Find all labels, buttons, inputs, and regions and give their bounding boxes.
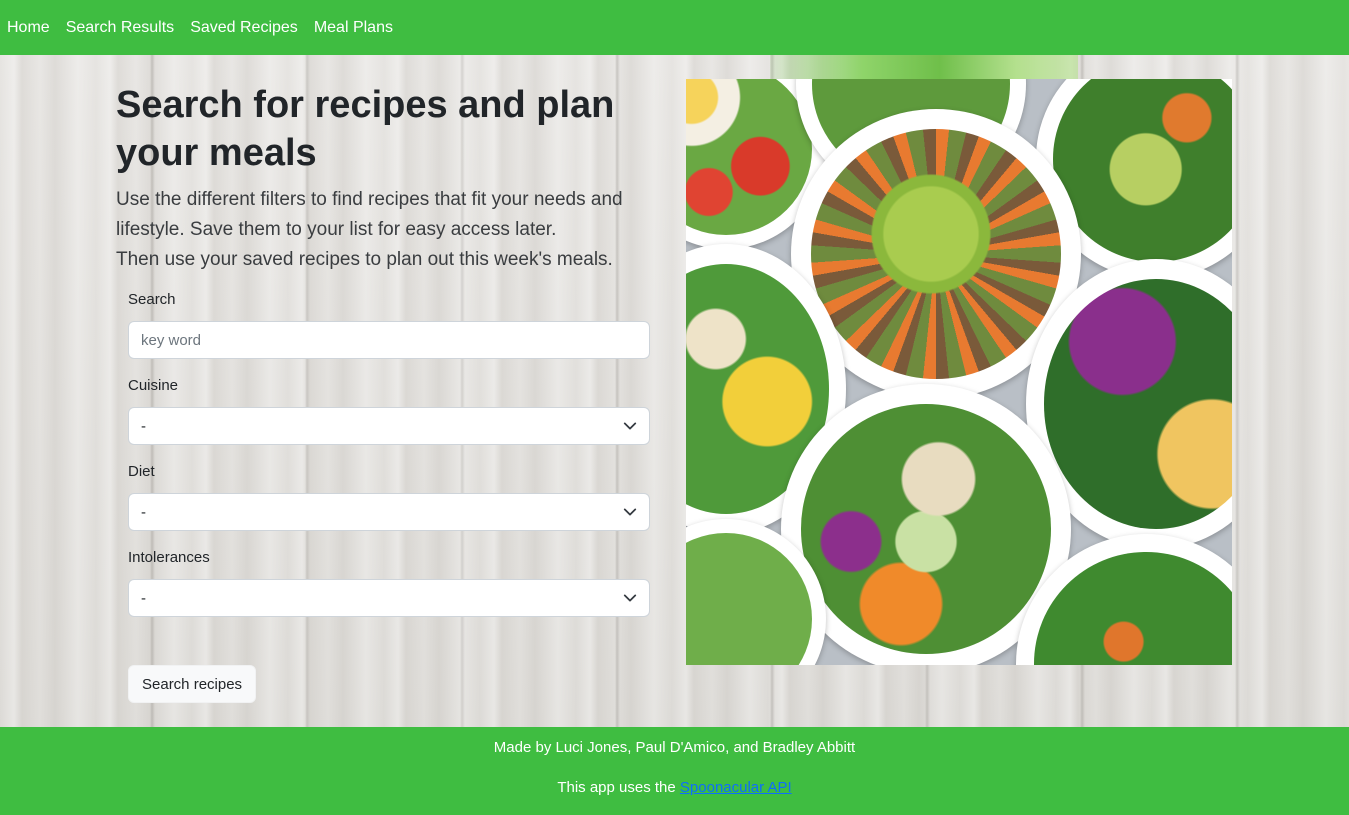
salad-bowls-image [686,79,1232,665]
search-label: Search [128,291,176,308]
nav-saved-recipes[interactable]: Saved Recipes [190,19,298,37]
diet-selected-value: - [141,503,146,521]
cuisine-label: Cuisine [128,377,179,394]
chevron-down-icon [623,508,637,516]
cuisine-selected-value: - [141,417,146,435]
chevron-down-icon [623,422,637,430]
intolerances-label: Intolerances [128,549,210,566]
intro-line-2: Then use your saved recipes to plan out … [116,249,613,270]
search-recipes-button[interactable]: Search recipes [128,665,257,703]
intolerances-select[interactable]: - [128,579,650,617]
main-content: Search for recipes and plan your meals U… [0,55,1349,727]
nav-meal-plans[interactable]: Meal Plans [314,19,393,37]
cuisine-select[interactable]: - [128,407,650,445]
diet-select[interactable]: - [128,493,650,531]
nav-home[interactable]: Home [7,19,50,37]
intro-text: Use the different filters to find recipe… [116,185,646,275]
top-navbar: Home Search Results Saved Recipes Meal P… [0,0,1349,55]
intolerances-selected-value: - [141,589,146,607]
footer-credit: Made by Luci Jones, Paul D'Amico, and Br… [493,739,856,756]
footer-api-note: This app uses the Spoonacular API [0,779,1349,796]
footer-api-prefix: This app uses the [557,779,680,796]
spoonacular-api-link[interactable]: Spoonacular API [680,779,792,796]
chevron-down-icon [623,594,637,602]
leaf-background-strip [770,55,1078,79]
page-footer: Made by Luci Jones, Paul D'Amico, and Br… [0,727,1349,815]
nav-search-results[interactable]: Search Results [66,19,175,37]
page-title: Search for recipes and plan your meals [116,84,615,174]
intro-line-1: Use the different filters to find recipe… [116,189,623,240]
search-input[interactable] [128,321,650,359]
diet-label: Diet [128,463,155,480]
